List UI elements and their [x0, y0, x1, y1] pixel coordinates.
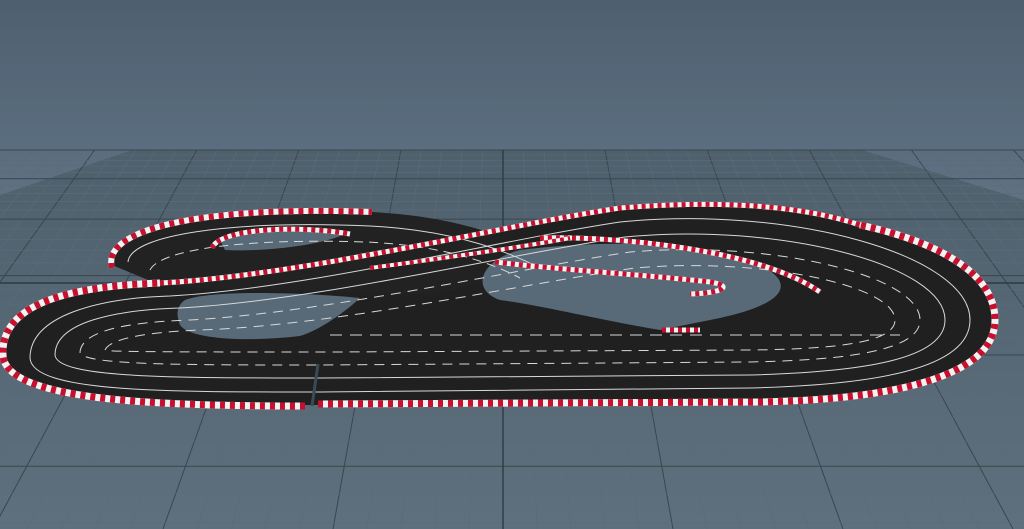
3d-viewport[interactable]	[0, 0, 1024, 529]
race-track[interactable]	[0, 201, 999, 410]
scene-canvas[interactable]	[0, 0, 1024, 529]
